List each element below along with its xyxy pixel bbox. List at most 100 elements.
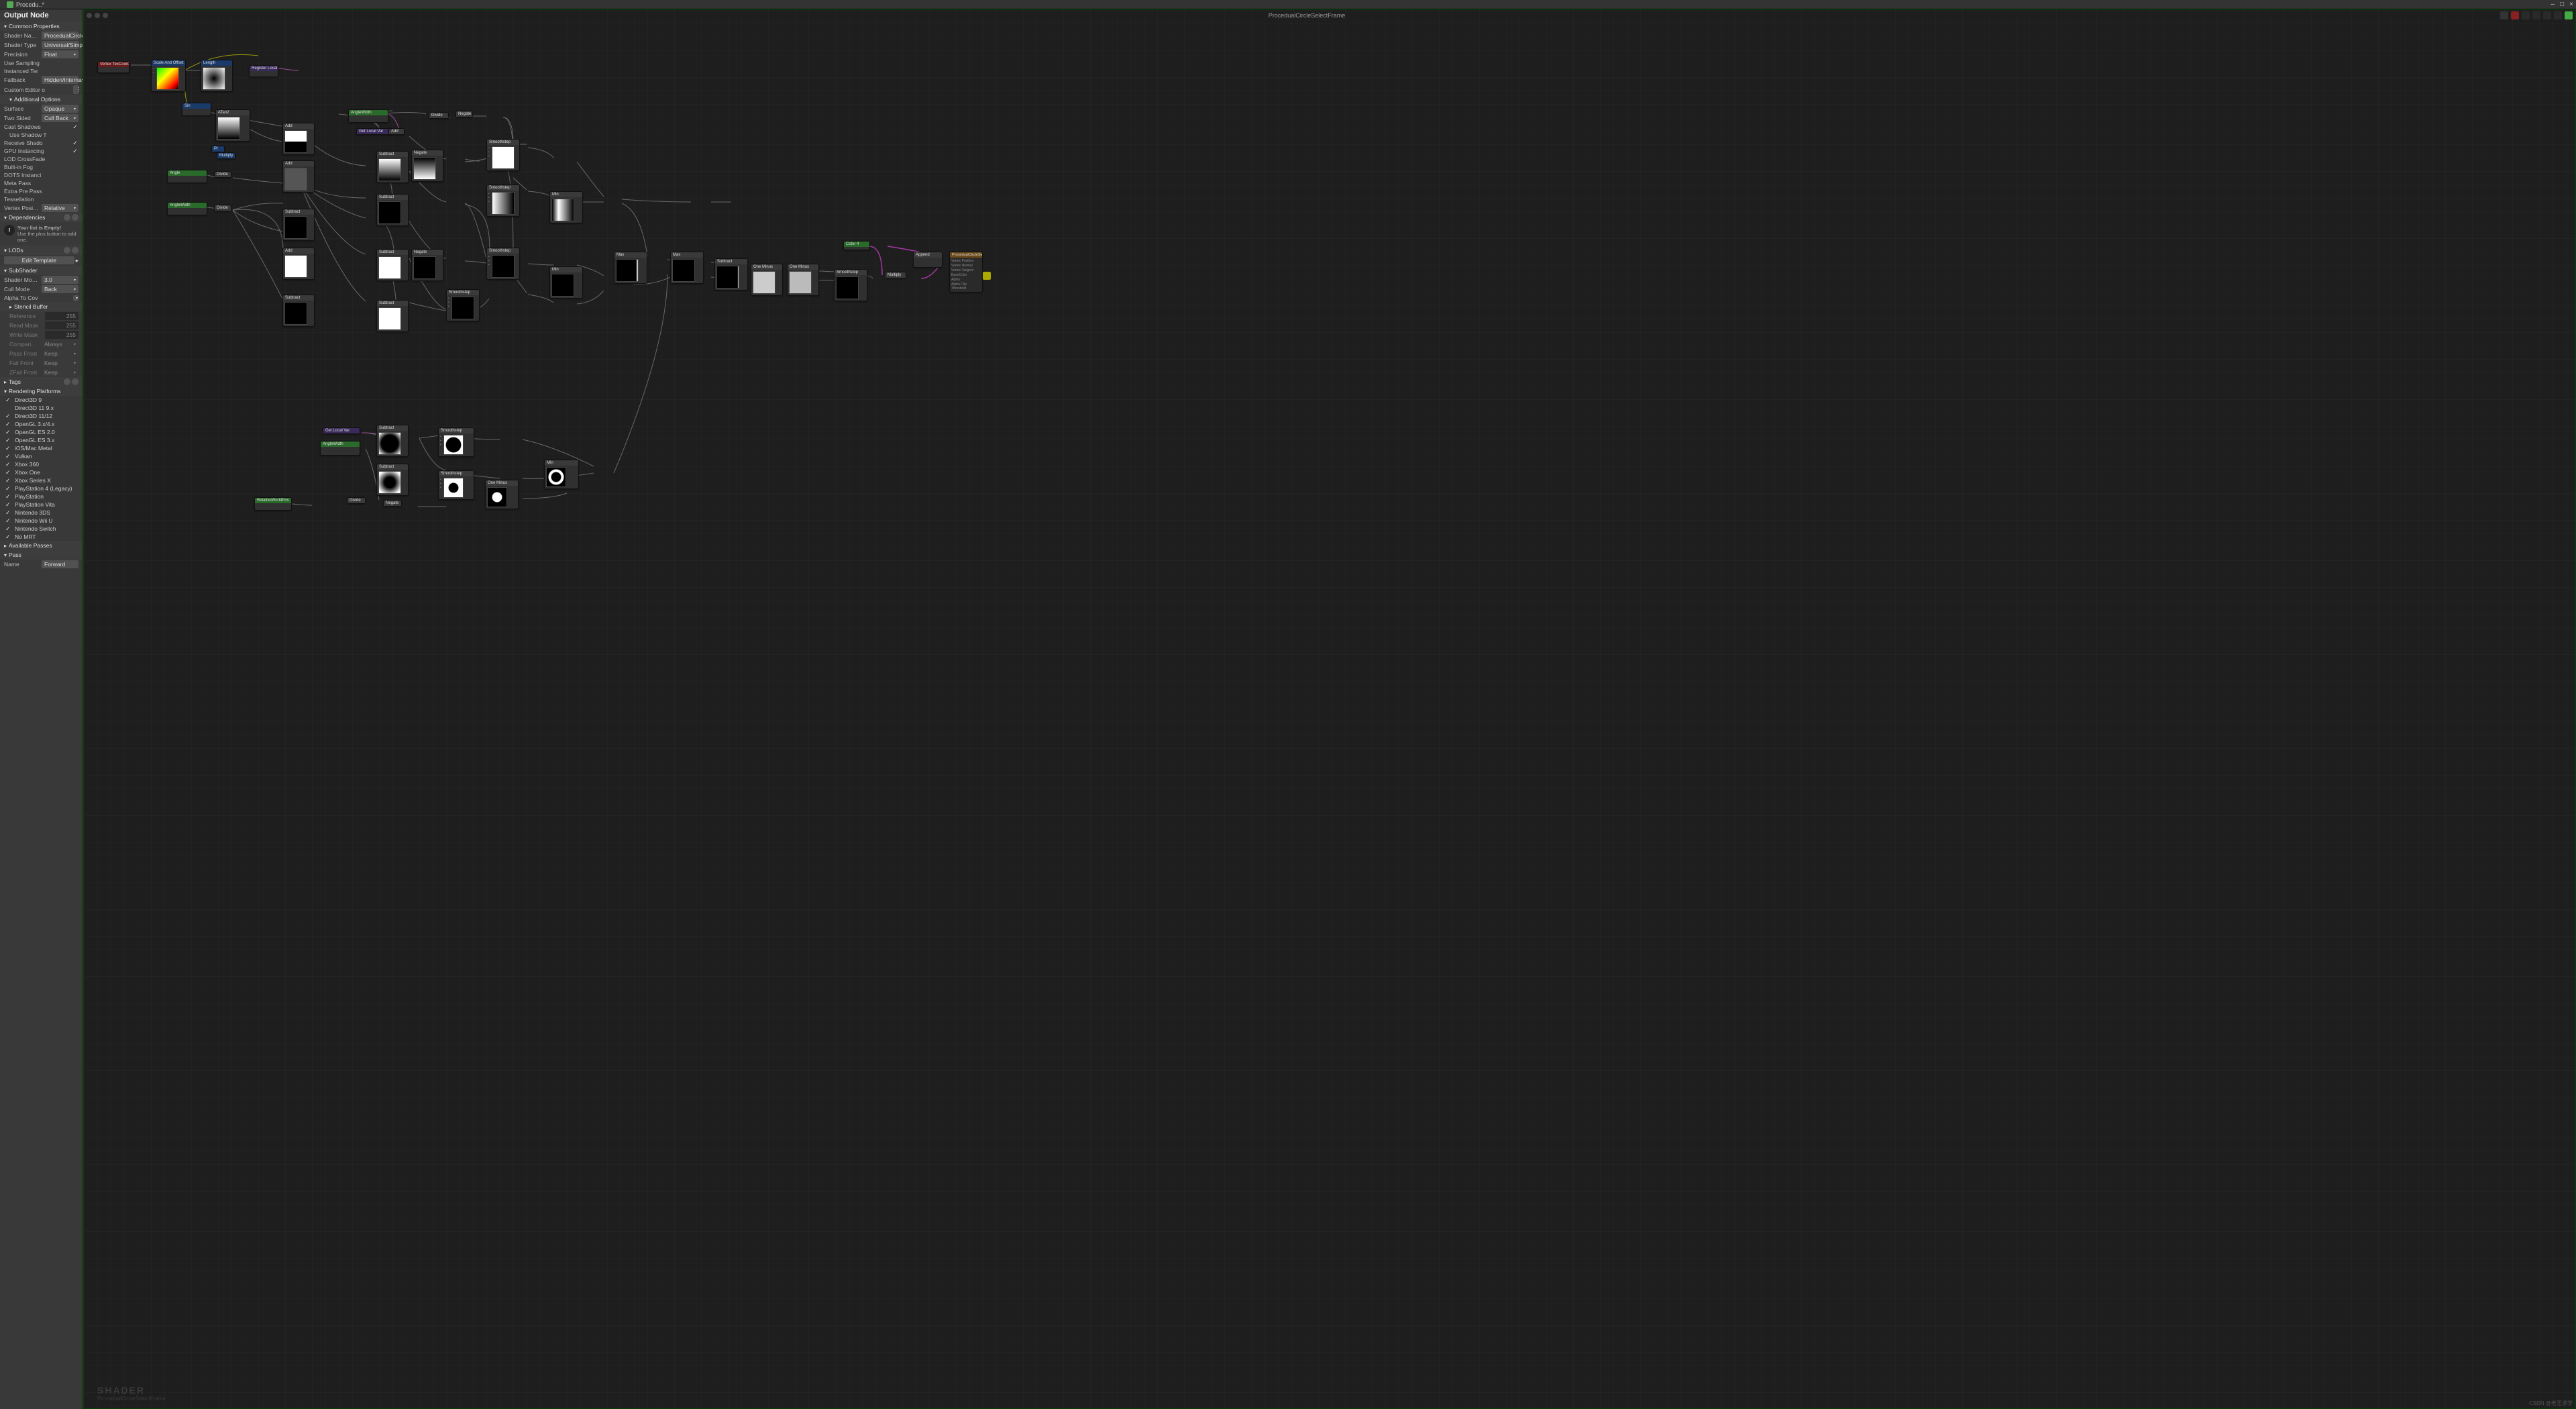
node-getlocalvar-2[interactable]: Get Local Var bbox=[323, 427, 360, 434]
gpu-instancing-checkbox[interactable]: ✓ bbox=[72, 148, 78, 154]
node-anglewidth-2[interactable]: AngleWidth bbox=[348, 109, 388, 123]
node-subtract-6[interactable]: Subtract bbox=[376, 300, 409, 332]
node-relativeworldpos[interactable]: RelativeWorldPos bbox=[254, 497, 292, 511]
shader-type-dropdown[interactable]: Universal/Simp▾ bbox=[42, 41, 78, 49]
node-negate-4[interactable]: Negate bbox=[383, 500, 402, 507]
node-min-1[interactable]: Min bbox=[549, 191, 583, 223]
node-atan2[interactable]: ATan2 bbox=[215, 109, 250, 142]
zfail-front-dropdown[interactable]: Keep▾ bbox=[42, 368, 78, 376]
node-subtract-4[interactable]: Subtract bbox=[376, 194, 409, 226]
minimize-button[interactable]: – bbox=[2551, 1, 2555, 8]
check-icon[interactable]: ✓ bbox=[5, 534, 11, 540]
check-icon[interactable]: ✓ bbox=[5, 437, 11, 443]
check-icon[interactable]: ✓ bbox=[5, 486, 11, 492]
receive-shadow-checkbox[interactable]: ✓ bbox=[72, 140, 78, 146]
node-oneminus-1[interactable]: One Minus bbox=[751, 264, 783, 296]
maximize-button[interactable]: □ bbox=[2560, 1, 2564, 8]
platform-item[interactable]: ✓Xbox One bbox=[0, 468, 83, 476]
check-icon[interactable]: ✓ bbox=[5, 397, 11, 403]
inspector-sidebar[interactable]: Output Node ▾Common Properties Shader Na… bbox=[0, 9, 83, 1409]
section-subshader[interactable]: ▾SubShader bbox=[0, 266, 83, 275]
alpha-to-cov-dropdown[interactable]: ▾ bbox=[73, 295, 78, 301]
node-max-2[interactable]: Max bbox=[670, 252, 704, 284]
cast-shadows-checkbox[interactable]: ✓ bbox=[72, 123, 78, 130]
platform-item[interactable]: ✓PlayStation Vita bbox=[0, 501, 83, 509]
check-icon[interactable]: ✓ bbox=[5, 478, 11, 484]
node-smoothstep-3[interactable]: Smoothstep••• bbox=[486, 248, 520, 280]
check-icon[interactable]: ✓ bbox=[5, 413, 11, 419]
info-icon[interactable] bbox=[2554, 11, 2562, 19]
node-smoothstep-2[interactable]: Smoothstep••• bbox=[486, 185, 520, 217]
remove-icon[interactable] bbox=[72, 378, 78, 385]
node-smoothstep-4[interactable]: Smoothstep••• bbox=[446, 289, 480, 321]
node-divide-3[interactable]: Divide bbox=[429, 112, 449, 119]
node-smoothstep-7[interactable]: Smoothstep••• bbox=[438, 470, 474, 500]
node-negate-2[interactable]: Negate bbox=[411, 150, 443, 182]
node-negate-1[interactable]: Negate bbox=[455, 111, 473, 117]
shader-graph-canvas[interactable]: ProceduаlCircleSelectFrame bbox=[83, 9, 2576, 1409]
node-min-2[interactable]: Min bbox=[549, 266, 583, 299]
node-subtract-2[interactable]: Subtract bbox=[282, 295, 315, 327]
platform-item[interactable]: ✓iOS/Mac Metal bbox=[0, 444, 83, 452]
shader-model-dropdown[interactable]: 3.0▾ bbox=[42, 276, 78, 284]
cull-mode-dropdown[interactable]: Back▾ bbox=[42, 285, 78, 293]
additional-options[interactable]: ▾Additional Options bbox=[0, 95, 83, 104]
camera-icon[interactable] bbox=[2511, 11, 2519, 19]
check-icon[interactable]: ✓ bbox=[5, 462, 11, 468]
add-icon[interactable] bbox=[64, 247, 70, 254]
node-anglewidth[interactable]: AngleWidth bbox=[167, 202, 207, 215]
write-mask-field[interactable]: 255 bbox=[45, 331, 78, 339]
section-available-passes[interactable]: ▸Available Passes bbox=[0, 541, 83, 550]
node-smoothstep-6[interactable]: Smoothstep••• bbox=[438, 427, 474, 457]
platform-item[interactable]: ✓OpenGL 3.x/4.x bbox=[0, 420, 83, 428]
check-icon[interactable]: ✓ bbox=[5, 526, 11, 532]
node-append[interactable]: Append bbox=[913, 252, 943, 268]
node-color4[interactable]: Color 4 bbox=[843, 241, 870, 250]
node-min-3[interactable]: Min bbox=[544, 460, 579, 489]
platform-item[interactable]: ✓Direct3D 9 bbox=[0, 396, 83, 404]
node-subtract-9[interactable]: Subtract bbox=[376, 464, 409, 496]
check-icon[interactable]: ✓ bbox=[5, 454, 11, 460]
node-master-output[interactable]: ProceduаlCircleSelectFra Vertex Position… bbox=[949, 252, 983, 293]
add-icon[interactable] bbox=[64, 214, 70, 221]
node-pi[interactable]: PI bbox=[211, 146, 225, 152]
node-register-local-var[interactable]: Register Local Var bbox=[249, 65, 278, 77]
node-oneminus-2[interactable]: One Minus bbox=[787, 264, 819, 296]
read-mask-field[interactable]: 255 bbox=[45, 321, 78, 329]
node-multiply-2[interactable]: Multiply bbox=[885, 272, 906, 278]
node-add-tiny[interactable]: Add bbox=[388, 128, 405, 135]
node-scale-and-offset[interactable]: Scale And Offset•• bbox=[151, 60, 186, 92]
focus-icon[interactable] bbox=[2522, 11, 2530, 19]
precision-dropdown[interactable]: Float▾ bbox=[42, 50, 78, 58]
node-subtract-5[interactable]: Subtract bbox=[376, 249, 409, 281]
platform-item[interactable]: ✓Vulkan bbox=[0, 452, 83, 460]
play-icon[interactable]: ▸ bbox=[76, 257, 78, 264]
node-length[interactable]: Length bbox=[201, 60, 233, 92]
platform-item[interactable]: ✓Nintendo 3DS bbox=[0, 509, 83, 517]
save-output-icon[interactable] bbox=[983, 272, 991, 280]
node-angle[interactable]: Angle bbox=[167, 170, 207, 183]
platform-item[interactable]: ✓No MRT bbox=[0, 533, 83, 541]
platform-item[interactable]: ✓OpenGL ES 2.0 bbox=[0, 428, 83, 436]
platform-item[interactable]: ✓Direct3D 11/12 bbox=[0, 412, 83, 420]
platform-item[interactable]: ✓PlayStation bbox=[0, 492, 83, 501]
section-lods[interactable]: ▾LODs bbox=[0, 246, 83, 255]
check-icon[interactable]: ✓ bbox=[5, 470, 11, 476]
two-sided-dropdown[interactable]: Cull Back▾ bbox=[42, 114, 78, 122]
platform-item[interactable]: ✓Xbox Series X bbox=[0, 476, 83, 484]
platform-item[interactable]: Direct3D 11 9.x bbox=[0, 404, 83, 412]
vertex-position-dropdown[interactable]: Relative▾ bbox=[42, 204, 78, 212]
section-rendering-platforms[interactable]: ▾Rendering Platforms bbox=[0, 386, 83, 396]
comparison-dropdown[interactable]: Always▾ bbox=[42, 340, 78, 348]
check-icon[interactable]: ✓ bbox=[5, 446, 11, 452]
pass-front-dropdown[interactable]: Keep▾ bbox=[42, 350, 78, 358]
section-pass[interactable]: ▾Pass bbox=[0, 550, 83, 560]
traffic-lights[interactable] bbox=[87, 13, 108, 18]
node-oneminus-3[interactable]: One Minus bbox=[485, 480, 519, 509]
clean-icon[interactable] bbox=[2532, 11, 2540, 19]
node-subtract-1[interactable]: Subtract bbox=[282, 209, 315, 241]
surface-dropdown[interactable]: Opaque▾ bbox=[42, 105, 78, 113]
pass-name-field[interactable]: Forward bbox=[42, 560, 78, 568]
platform-item[interactable]: ✓Xbox 360 bbox=[0, 460, 83, 468]
node-max-1[interactable]: Max bbox=[614, 252, 647, 284]
